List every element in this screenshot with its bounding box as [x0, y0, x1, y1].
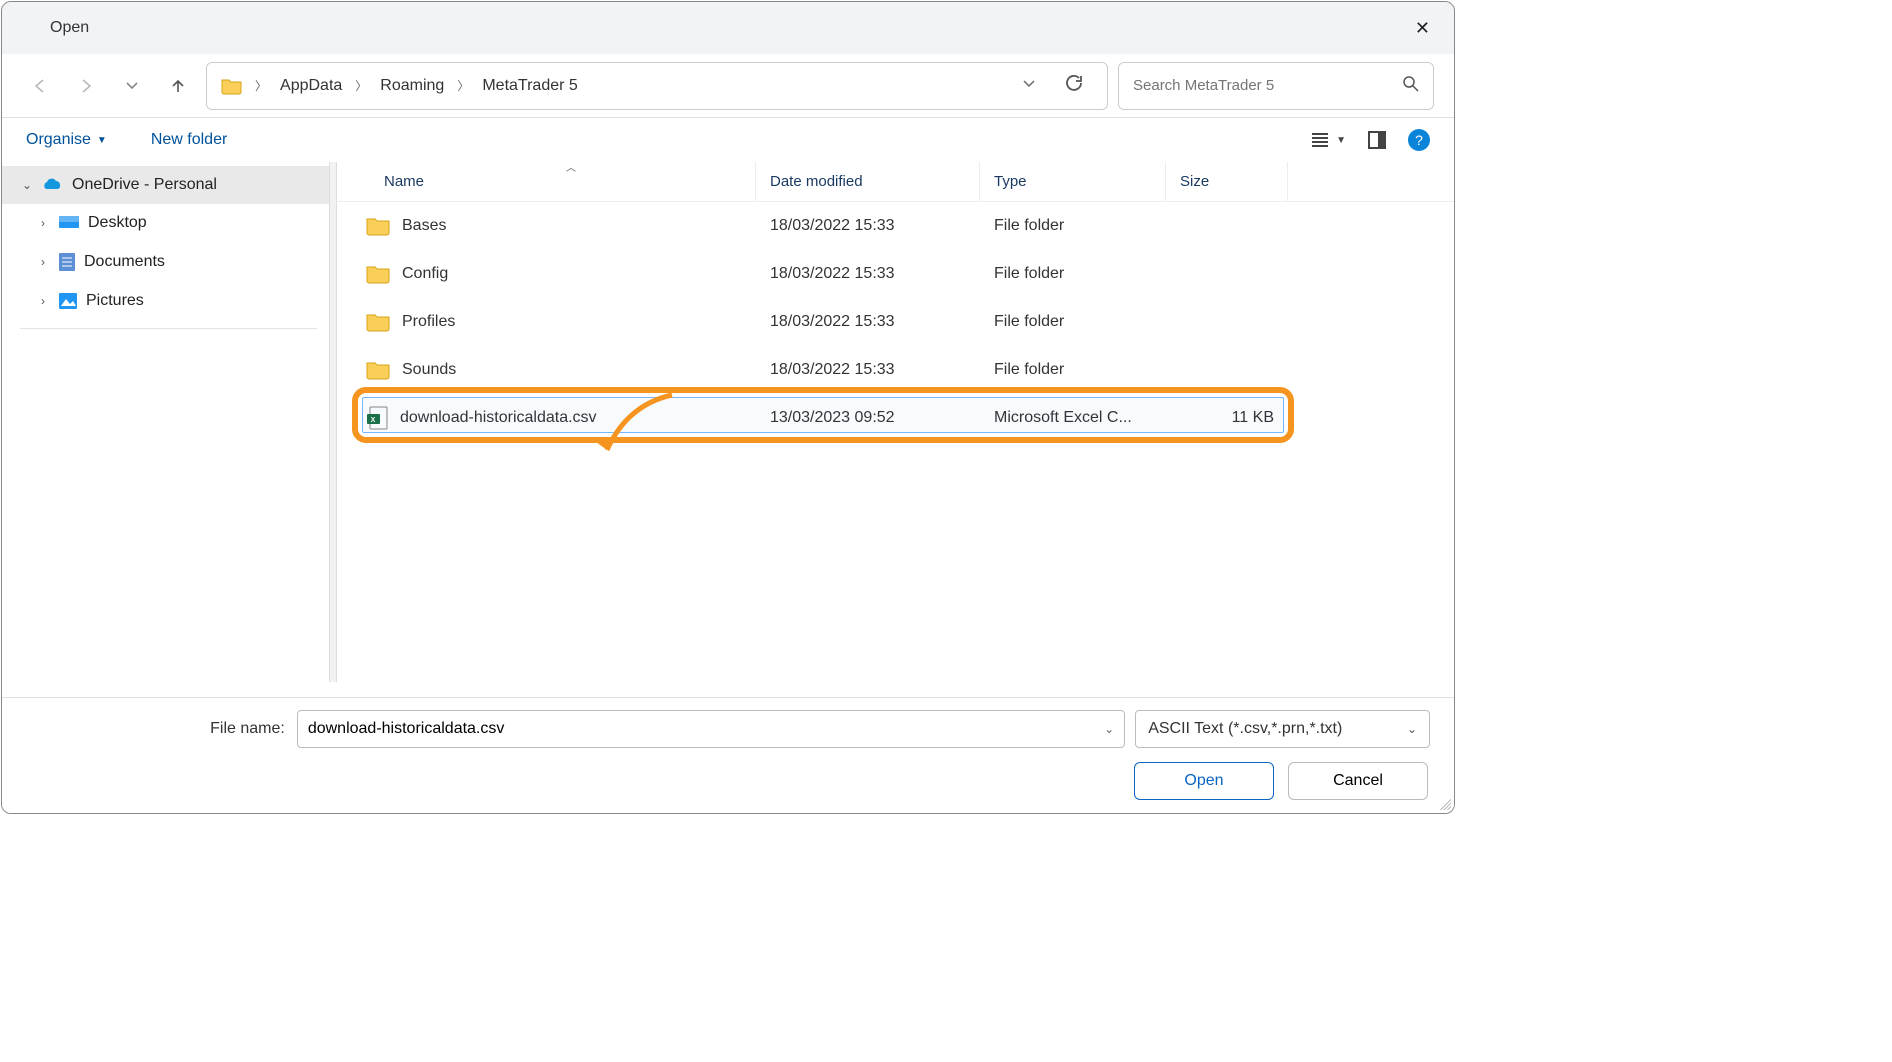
column-date-modified[interactable]: Date modified — [756, 162, 980, 201]
arrow-right-icon — [77, 77, 95, 95]
new-folder-button[interactable]: New folder — [151, 131, 227, 149]
address-bar: 〉 AppData 〉 Roaming 〉 MetaTrader 5 — [2, 54, 1454, 118]
recent-locations-button[interactable] — [114, 68, 150, 104]
file-type-filter-label: ASCII Text (*.csv,*.prn,*.txt) — [1148, 720, 1342, 738]
close-icon[interactable]: ✕ — [1407, 14, 1438, 43]
pictures-icon — [58, 292, 78, 310]
folder-row[interactable]: Sounds 18/03/2022 15:33File folder — [336, 346, 1454, 394]
toolbar: Organise ▼ New folder ▼ ? — [2, 118, 1454, 162]
search-icon[interactable] — [1403, 76, 1419, 95]
chevron-right-icon[interactable]: 〉 — [253, 77, 269, 94]
tree-item-documents[interactable]: › Documents — [2, 242, 335, 282]
file-type: Microsoft Excel C... — [980, 409, 1166, 427]
breadcrumb-bar[interactable]: 〉 AppData 〉 Roaming 〉 MetaTrader 5 — [206, 62, 1108, 110]
folder-row[interactable]: Profiles 18/03/2022 15:33File folder — [336, 298, 1454, 346]
list-view-icon — [1312, 133, 1328, 147]
forward-button[interactable] — [68, 68, 104, 104]
open-dialog: Open ✕ 〉 AppData 〉 Roaming 〉 MetaTrader … — [1, 1, 1455, 814]
folder-row[interactable]: Bases 18/03/2022 15:33File folder — [336, 202, 1454, 250]
file-rows: Bases18/03/2022 15:33File folderConfig18… — [336, 202, 1454, 442]
column-size[interactable]: Size — [1166, 162, 1288, 201]
window-title: Open — [50, 19, 89, 37]
file-date: 13/03/2023 09:52 — [756, 409, 980, 427]
file-date: 18/03/2022 15:33 — [756, 313, 980, 331]
open-button[interactable]: Open — [1134, 762, 1274, 800]
tree-root-onedrive[interactable]: ⌄ OneDrive - Personal — [2, 166, 335, 204]
svg-text:X: X — [371, 417, 376, 424]
path-dropdown-button[interactable] — [1013, 73, 1045, 99]
chevron-down-icon[interactable]: ⌄ — [1104, 722, 1114, 736]
caret-down-icon: ▼ — [97, 135, 107, 146]
file-name: Config — [402, 265, 448, 283]
folder-row[interactable]: Config 18/03/2022 15:33File folder — [336, 250, 1454, 298]
cancel-button[interactable]: Cancel — [1288, 762, 1428, 800]
caret-down-icon: ▼ — [1336, 135, 1346, 146]
up-button[interactable] — [160, 68, 196, 104]
resize-grip[interactable] — [1437, 796, 1451, 810]
file-type: File folder — [980, 217, 1166, 235]
file-list-area: ︿ Name Date modified Type Size Bases18/0… — [336, 162, 1454, 682]
tree-label: Desktop — [88, 214, 147, 232]
chevron-down-icon — [1023, 78, 1035, 90]
navigation-tree: ⌄ OneDrive - Personal › Desktop › Docume… — [2, 162, 336, 682]
column-type[interactable]: Type — [980, 162, 1166, 201]
file-name: Profiles — [402, 313, 455, 331]
chevron-right-icon: › — [36, 216, 50, 230]
column-headers: Name Date modified Type Size — [336, 162, 1454, 202]
organise-label: Organise — [26, 131, 91, 149]
chevron-right-icon: › — [36, 294, 50, 308]
preview-pane-button[interactable] — [1368, 131, 1386, 149]
filename-combobox[interactable]: ⌄ — [297, 710, 1125, 748]
file-row[interactable]: Xdownload-historicaldata.csv 13/03/2023 0… — [336, 394, 1454, 442]
filename-input[interactable] — [308, 720, 1104, 738]
folder-icon — [221, 77, 243, 95]
tree-label: Pictures — [86, 292, 144, 310]
file-date: 18/03/2022 15:33 — [756, 265, 980, 283]
divider — [20, 328, 317, 329]
file-date: 18/03/2022 15:33 — [756, 361, 980, 379]
file-type-filter[interactable]: ASCII Text (*.csv,*.prn,*.txt) ⌄ — [1135, 710, 1430, 748]
chevron-right-icon: › — [36, 255, 50, 269]
search-input[interactable] — [1133, 77, 1403, 94]
chevron-right-icon[interactable]: 〉 — [353, 77, 369, 94]
file-name: download-historicaldata.csv — [400, 409, 597, 427]
breadcrumb-current[interactable]: MetaTrader 5 — [481, 75, 578, 97]
file-name: Sounds — [402, 361, 456, 379]
document-icon — [58, 252, 76, 272]
desktop-icon — [58, 215, 80, 231]
search-box[interactable] — [1118, 62, 1434, 110]
file-type: File folder — [980, 313, 1166, 331]
tree-label: Documents — [84, 253, 165, 271]
arrow-left-icon — [31, 77, 49, 95]
file-date: 18/03/2022 15:33 — [756, 217, 980, 235]
file-type: File folder — [980, 361, 1166, 379]
breadcrumb-appdata[interactable]: AppData — [279, 75, 343, 97]
chevron-down-icon: ⌄ — [20, 178, 34, 192]
refresh-icon — [1065, 74, 1083, 92]
help-button[interactable]: ? — [1408, 129, 1430, 151]
file-type: File folder — [980, 265, 1166, 283]
chevron-down-icon — [125, 79, 139, 93]
view-menu-button[interactable]: ▼ — [1312, 133, 1346, 147]
tree-label: OneDrive - Personal — [72, 176, 217, 194]
file-name: Bases — [402, 217, 446, 235]
column-name[interactable]: Name — [336, 162, 756, 201]
arrow-up-icon — [169, 77, 187, 95]
tree-item-pictures[interactable]: › Pictures — [2, 282, 335, 320]
file-size: 11 KB — [1166, 409, 1288, 427]
chevron-right-icon[interactable]: 〉 — [455, 77, 471, 94]
tree-item-desktop[interactable]: › Desktop — [2, 204, 335, 242]
filename-label: File name: — [26, 720, 287, 738]
title-bar: Open ✕ — [2, 2, 1454, 54]
footer: File name: ⌄ ASCII Text (*.csv,*.prn,*.t… — [2, 697, 1454, 813]
main-area: ⌄ OneDrive - Personal › Desktop › Docume… — [2, 162, 1454, 682]
breadcrumb-roaming[interactable]: Roaming — [379, 75, 445, 97]
onedrive-icon — [42, 177, 64, 193]
chevron-down-icon: ⌄ — [1407, 722, 1417, 736]
refresh-button[interactable] — [1055, 70, 1093, 101]
back-button[interactable] — [22, 68, 58, 104]
organise-button[interactable]: Organise ▼ — [26, 131, 107, 149]
